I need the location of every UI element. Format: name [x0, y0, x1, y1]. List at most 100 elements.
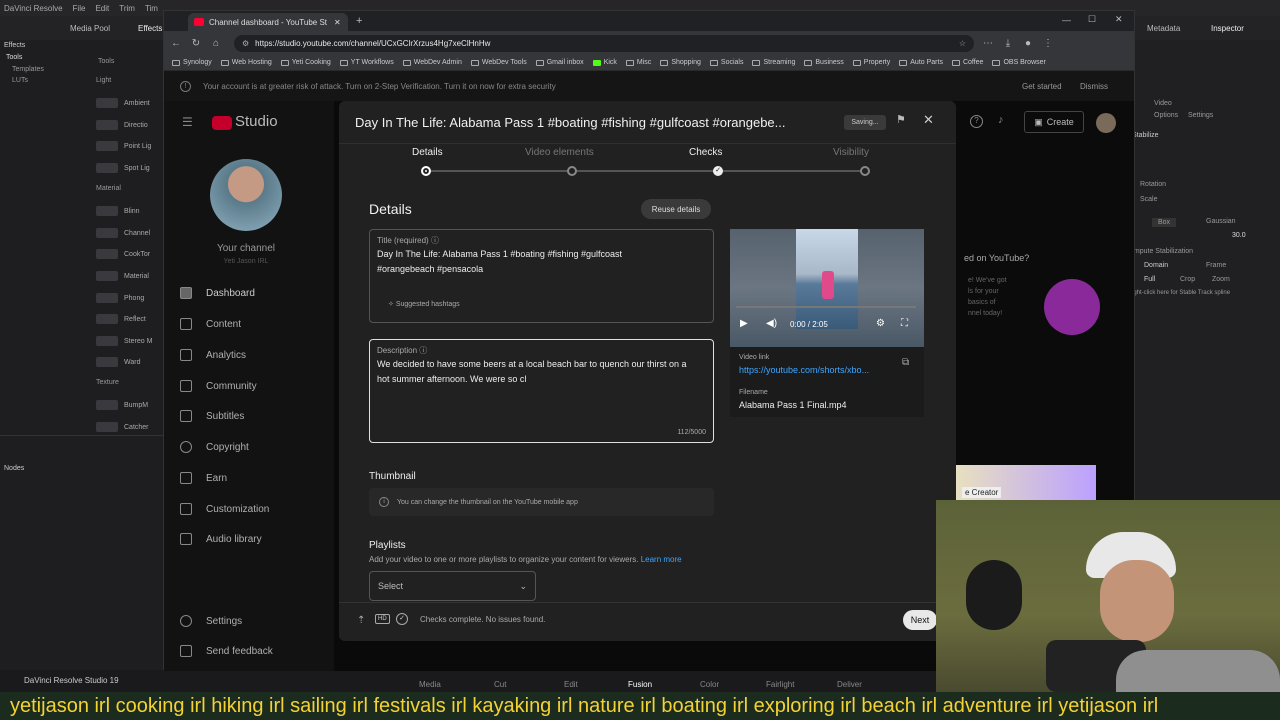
downloads-icon[interactable]: ⤓	[1002, 38, 1014, 49]
tool-ambient[interactable]: Ambient	[96, 96, 160, 110]
tool-phong[interactable]: Phong	[96, 291, 160, 305]
menu-icon[interactable]: ⋮	[1042, 38, 1054, 49]
frame-button[interactable]: Frame	[1206, 262, 1226, 269]
nav-audio-library[interactable]: Audio library	[180, 533, 262, 545]
help-icon[interactable]: ⓘ	[419, 346, 427, 355]
nav-analytics[interactable]: Analytics	[180, 349, 246, 361]
dismiss-button[interactable]: Dismiss	[1080, 82, 1108, 91]
bookmark-property[interactable]: Property	[852, 59, 890, 66]
bookmark-synology[interactable]: Synology	[172, 59, 212, 66]
tool-cooktorrance[interactable]: CookTor	[96, 247, 160, 261]
profile-icon[interactable]: ●	[1022, 38, 1034, 49]
nav-send-feedback[interactable]: Send feedback	[180, 645, 273, 657]
account-avatar[interactable]	[1096, 113, 1116, 133]
inspector-tab[interactable]: Inspector	[1211, 24, 1244, 33]
get-started-button[interactable]: Get started	[1022, 82, 1062, 91]
playlist-select[interactable]: Select ⌄	[369, 571, 536, 601]
video-progress-bar[interactable]	[736, 306, 916, 308]
box-button[interactable]: Box	[1152, 218, 1177, 227]
tool-catcher[interactable]: Catcher	[96, 420, 160, 434]
crop-button[interactable]: Crop	[1180, 276, 1195, 283]
bookmark-misc[interactable]: Misc	[625, 59, 651, 66]
tree-tools[interactable]: Tools	[6, 54, 22, 61]
metadata-tab[interactable]: Metadata	[1147, 24, 1180, 33]
tool-point-light[interactable]: Point Lig	[96, 139, 160, 153]
video-link[interactable]: https://youtube.com/shorts/xbo...	[739, 365, 869, 375]
bookmark-auto-parts[interactable]: Auto Parts	[899, 59, 943, 66]
effects-tab[interactable]: Effects	[138, 24, 162, 33]
davinci-menu-app[interactable]: DaVinci Resolve	[4, 4, 63, 13]
stabilize-label[interactable]: Stabilize	[1132, 132, 1158, 139]
bookmark-webdev-tools[interactable]: WebDev Tools	[470, 59, 527, 66]
volume-icon[interactable]: ◀)	[766, 318, 777, 329]
page-edit[interactable]: Edit	[564, 680, 578, 689]
close-dialog-icon[interactable]: ✕	[923, 112, 934, 128]
description-field[interactable]: Description ⓘ We decided to have some be…	[369, 339, 714, 443]
maximize-icon[interactable]: ☐	[1088, 14, 1096, 25]
site-info-icon[interactable]: ⚙	[242, 39, 249, 48]
back-icon[interactable]: ←	[170, 38, 182, 49]
tool-material[interactable]: Material	[96, 269, 160, 283]
media-pool-tab[interactable]: Media Pool	[70, 24, 110, 33]
page-cut[interactable]: Cut	[494, 680, 506, 689]
feedback-flag-icon[interactable]: ⚑	[896, 113, 906, 126]
inspector-tab-options[interactable]: Options	[1154, 112, 1178, 119]
nav-settings[interactable]: Settings	[180, 615, 242, 627]
bookmark-shopping[interactable]: Shopping	[660, 59, 701, 66]
page-deliver[interactable]: Deliver	[837, 680, 862, 689]
bookmark-yt-workflows[interactable]: YT Workflows	[339, 59, 394, 66]
compute-stabilization[interactable]: ompute Stabilization	[1130, 248, 1193, 255]
tool-channel[interactable]: Channel	[96, 226, 160, 240]
tool-reflect[interactable]: Reflect	[96, 312, 160, 326]
url-field[interactable]: ⚙ https://studio.youtube.com/channel/UCx…	[234, 34, 974, 52]
page-fusion[interactable]: Fusion	[628, 680, 652, 689]
title-field[interactable]: Title (required) ⓘ Day In The Life: Alab…	[369, 229, 714, 323]
gaussian-button[interactable]: Gaussian	[1206, 218, 1236, 225]
tool-ward[interactable]: Ward	[96, 355, 160, 369]
bookmark-webdev-admin[interactable]: WebDev Admin	[402, 59, 462, 66]
davinci-menu-trim[interactable]: Trim	[119, 4, 135, 13]
nav-dashboard[interactable]: Dashboard	[180, 287, 255, 299]
minimize-icon[interactable]: —	[1062, 15, 1071, 25]
page-media[interactable]: Media	[419, 680, 441, 689]
close-tab-icon[interactable]: ✕	[334, 18, 341, 27]
inspector-tab-settings[interactable]: Settings	[1188, 112, 1213, 119]
help-icon[interactable]: ⓘ	[431, 236, 439, 245]
tree-templates[interactable]: Templates	[12, 66, 44, 73]
nav-copyright[interactable]: Copyright	[180, 441, 249, 453]
tool-blinn[interactable]: Blinn	[96, 204, 160, 218]
davinci-menu-file[interactable]: File	[73, 4, 86, 13]
nav-community[interactable]: Community	[180, 380, 257, 392]
avatar[interactable]	[210, 159, 282, 231]
browser-tab[interactable]: Channel dashboard - YouTube St ✕	[188, 13, 348, 31]
upload-icon[interactable]: ⇡	[357, 615, 365, 626]
bookmark-business[interactable]: Business	[804, 59, 844, 66]
new-tab-icon[interactable]: +	[356, 15, 362, 27]
notifications-icon[interactable]: ♪	[998, 114, 1004, 126]
learn-more-link[interactable]: Learn more	[641, 555, 682, 564]
nav-subtitles[interactable]: Subtitles	[180, 410, 244, 422]
play-icon[interactable]: ▶	[740, 318, 748, 329]
full-button[interactable]: Full	[1144, 276, 1155, 283]
bookmark-star-icon[interactable]: ☆	[959, 39, 966, 48]
davinci-menu-edit[interactable]: Edit	[95, 4, 109, 13]
tool-spot-light[interactable]: Spot Lig	[96, 161, 160, 175]
youtube-logo-icon[interactable]	[212, 116, 232, 130]
fullscreen-icon[interactable]: ⛶	[901, 318, 908, 329]
bookmark-web-hosting[interactable]: Web Hosting	[220, 59, 272, 66]
help-icon[interactable]: ?	[970, 115, 983, 128]
bookmark-coffee[interactable]: Coffee	[951, 59, 983, 66]
home-icon[interactable]: ⌂	[210, 38, 222, 49]
reload-icon[interactable]: ↻	[190, 38, 202, 49]
next-button[interactable]: Next	[903, 610, 937, 630]
close-window-icon[interactable]: ✕	[1115, 14, 1123, 25]
video-preview[interactable]: ▶ ◀) 0:00 / 2:05 ⚙ ⛶	[730, 229, 924, 347]
settings-icon[interactable]: ⚙	[876, 318, 885, 329]
reuse-details-button[interactable]: Reuse details	[641, 199, 711, 219]
suggested-hashtags-button[interactable]: ✧ Suggested hashtags	[388, 300, 460, 308]
nav-content[interactable]: Content	[180, 318, 241, 330]
blur-value[interactable]: 30.0	[1232, 232, 1246, 239]
bookmark-kick[interactable]: Kick	[592, 59, 617, 66]
domain-button[interactable]: Domain	[1144, 262, 1168, 269]
tool-stereo[interactable]: Stereo M	[96, 334, 160, 348]
